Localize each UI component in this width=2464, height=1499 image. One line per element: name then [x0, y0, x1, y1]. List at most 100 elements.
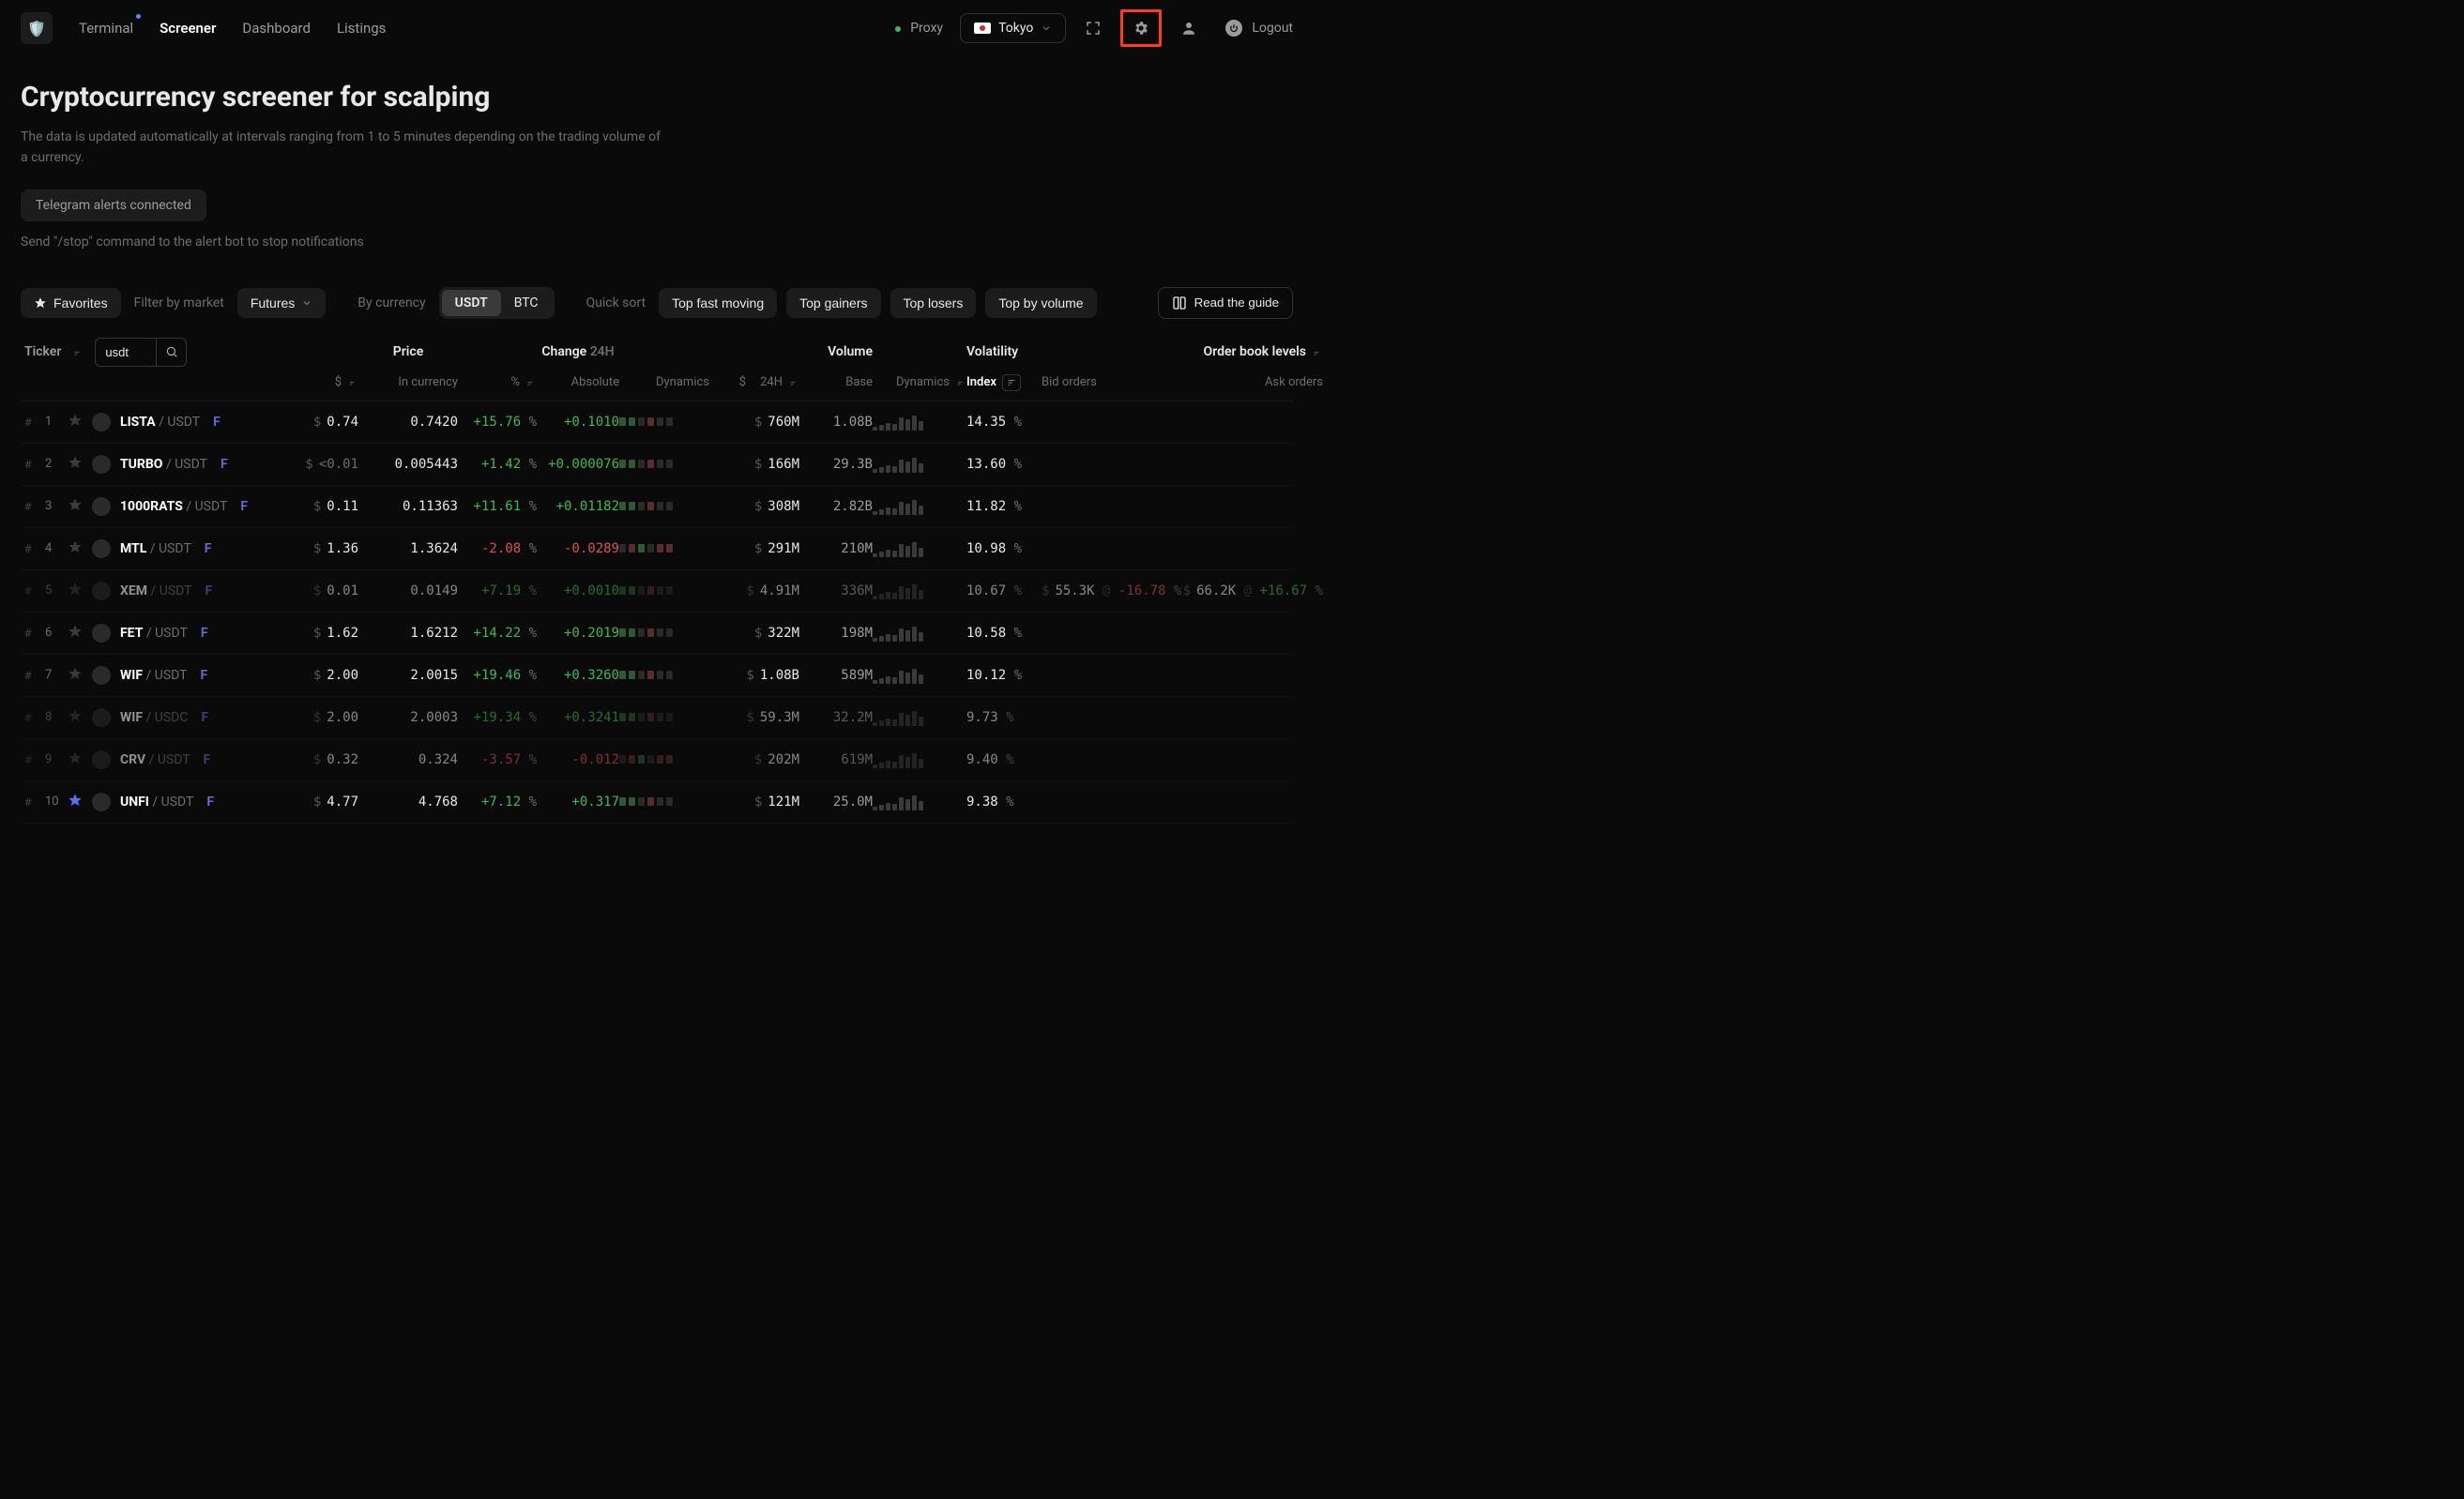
coin-icon: [92, 666, 111, 685]
favorite-star[interactable]: [68, 624, 86, 643]
favorite-star[interactable]: [68, 582, 86, 600]
vol-dynamics: [873, 456, 966, 473]
volume-spark-icon: [873, 794, 966, 810]
change-spark-icon: [619, 751, 709, 768]
table-row[interactable]: #1LISTA / USDTF$0.740.7420+15.76 %+0.101…: [21, 401, 1293, 444]
favorite-star[interactable]: [68, 455, 86, 474]
pair-label: FET / USDTF: [120, 626, 302, 641]
filter-market-label: Filter by market: [134, 295, 224, 310]
table-row[interactable]: #8WIF / USDCF$2.002.0003+19.34 %+0.3241$…: [21, 697, 1293, 739]
col-index[interactable]: Index: [966, 374, 1042, 391]
group-volatility: Volatility: [966, 344, 1042, 359]
table-header-groups: Ticker Price Change 24H Volume Volatilit…: [21, 328, 1293, 369]
col-dynamics-2[interactable]: Dynamics: [873, 375, 966, 389]
read-guide-button[interactable]: Read the guide: [1158, 287, 1293, 319]
quick-top-losers[interactable]: Top losers: [890, 288, 977, 318]
screener-table: Ticker Price Change 24H Volume Volatilit…: [21, 328, 1293, 824]
col-ask[interactable]: Ask orders: [1182, 375, 1323, 389]
col-pct[interactable]: %: [458, 375, 537, 389]
col-ticker[interactable]: Ticker: [24, 344, 61, 359]
favorite-star[interactable]: [68, 666, 86, 685]
change-pct: +19.34 %: [458, 710, 537, 725]
change-pct: -2.08 %: [458, 541, 537, 556]
col-bid[interactable]: Bid orders: [1042, 375, 1182, 389]
currency-segment: USDTBTC: [439, 287, 555, 319]
quick-top-by-volume[interactable]: Top by volume: [985, 288, 1096, 318]
market-select[interactable]: Futures: [237, 288, 326, 318]
logout-button[interactable]: Logout: [1225, 20, 1293, 37]
table-row[interactable]: #4MTL / USDTF$1.361.3624-2.08 %-0.0289$2…: [21, 528, 1293, 570]
table-row[interactable]: #7WIF / USDTF$2.002.0015+19.46 %+0.3260$…: [21, 655, 1293, 697]
row-hash: #: [24, 711, 39, 724]
change-spark-icon: [619, 625, 709, 642]
favorite-star[interactable]: [68, 413, 86, 432]
volatility-index: 10.67 %: [966, 583, 1042, 598]
col-vol-dollar[interactable]: $ 24H: [709, 375, 799, 389]
table-row[interactable]: #9CRV / USDTF$0.320.324-3.57 %-0.012$202…: [21, 739, 1293, 781]
ticker-search-input[interactable]: [96, 339, 156, 366]
table-row[interactable]: #2TURBO / USDTF$<0.010.005443+1.42 %+0.0…: [21, 444, 1293, 486]
nav-screener[interactable]: Screener: [160, 20, 216, 37]
quick-sort-label: Quick sort: [586, 295, 646, 310]
location-label: Tokyo: [998, 21, 1033, 36]
row-rank: 8: [45, 710, 62, 724]
change-spark-icon: [619, 414, 709, 431]
sort-icon[interactable]: [72, 347, 84, 356]
settings-button[interactable]: [1131, 18, 1151, 38]
price-full: 1.3624: [358, 541, 458, 556]
table-row[interactable]: #31000RATS / USDTF$0.110.11363+11.61 %+0…: [21, 486, 1293, 528]
col-price-dollar[interactable]: $: [302, 375, 358, 389]
telegram-badge[interactable]: Telegram alerts connected: [21, 189, 206, 221]
table-row[interactable]: #10UNFI / USDTF$4.774.768+7.12 %+0.317$1…: [21, 781, 1293, 824]
nav-dashboard[interactable]: Dashboard: [242, 20, 311, 37]
change-spark-icon: [619, 540, 709, 557]
favorite-star[interactable]: [68, 750, 86, 769]
sort-icon[interactable]: [1312, 347, 1323, 356]
favorites-button[interactable]: Favorites: [21, 288, 121, 318]
price-short: $1.62: [302, 626, 358, 641]
quick-top-fast-moving[interactable]: Top fast moving: [659, 288, 777, 318]
nav-terminal[interactable]: Terminal: [79, 20, 133, 37]
col-absolute[interactable]: Absolute: [537, 375, 619, 389]
coin-icon: [92, 750, 111, 769]
favorite-star[interactable]: [68, 708, 86, 727]
fullscreen-button[interactable]: [1083, 18, 1103, 38]
ticker-search-button[interactable]: [156, 339, 186, 366]
favorite-star[interactable]: [68, 497, 86, 516]
table-row[interactable]: #6FET / USDTF$1.621.6212+14.22 %+0.2019$…: [21, 613, 1293, 655]
col-dynamics-1[interactable]: Dynamics: [619, 375, 709, 389]
pair-label: WIF / USDCF: [120, 710, 302, 725]
change-pct: +7.12 %: [458, 795, 537, 810]
change-dynamics: [619, 498, 709, 515]
col-in-currency[interactable]: In currency: [358, 375, 458, 389]
favorite-star[interactable]: [68, 793, 86, 811]
coin-icon: [92, 497, 111, 516]
quick-top-gainers[interactable]: Top gainers: [786, 288, 880, 318]
table-row[interactable]: #5XEM / USDTF$0.010.0149+7.19 %+0.0010$4…: [21, 570, 1293, 613]
chevron-down-icon: [1041, 23, 1052, 34]
price-short: $1.36: [302, 541, 358, 556]
vol-24h: $322M: [709, 626, 799, 641]
price-full: 4.768: [358, 795, 458, 810]
vol-base: 589M: [799, 668, 873, 683]
price-short: $2.00: [302, 668, 358, 683]
vol-base: 29.3B: [799, 457, 873, 472]
location-select[interactable]: Tokyo: [960, 13, 1066, 43]
volatility-index: 10.12 %: [966, 668, 1042, 683]
row-rank: 2: [45, 457, 62, 471]
vol-dynamics: [873, 794, 966, 810]
vol-base: 25.0M: [799, 795, 873, 810]
vol-dynamics: [873, 667, 966, 684]
favorite-star[interactable]: [68, 539, 86, 558]
price-full: 2.0015: [358, 668, 458, 683]
vol-dynamics: [873, 498, 966, 515]
pair-label: WIF / USDTF: [120, 668, 302, 683]
col-base[interactable]: Base: [799, 375, 873, 389]
currency-btc[interactable]: BTC: [501, 290, 552, 316]
change-pct: +7.19 %: [458, 583, 537, 598]
app-logo[interactable]: 🛡️: [21, 12, 53, 44]
change-abs: +0.000076: [537, 457, 619, 472]
currency-usdt[interactable]: USDT: [442, 290, 501, 316]
nav-listings[interactable]: Listings: [337, 20, 386, 37]
profile-button[interactable]: [1179, 18, 1199, 38]
